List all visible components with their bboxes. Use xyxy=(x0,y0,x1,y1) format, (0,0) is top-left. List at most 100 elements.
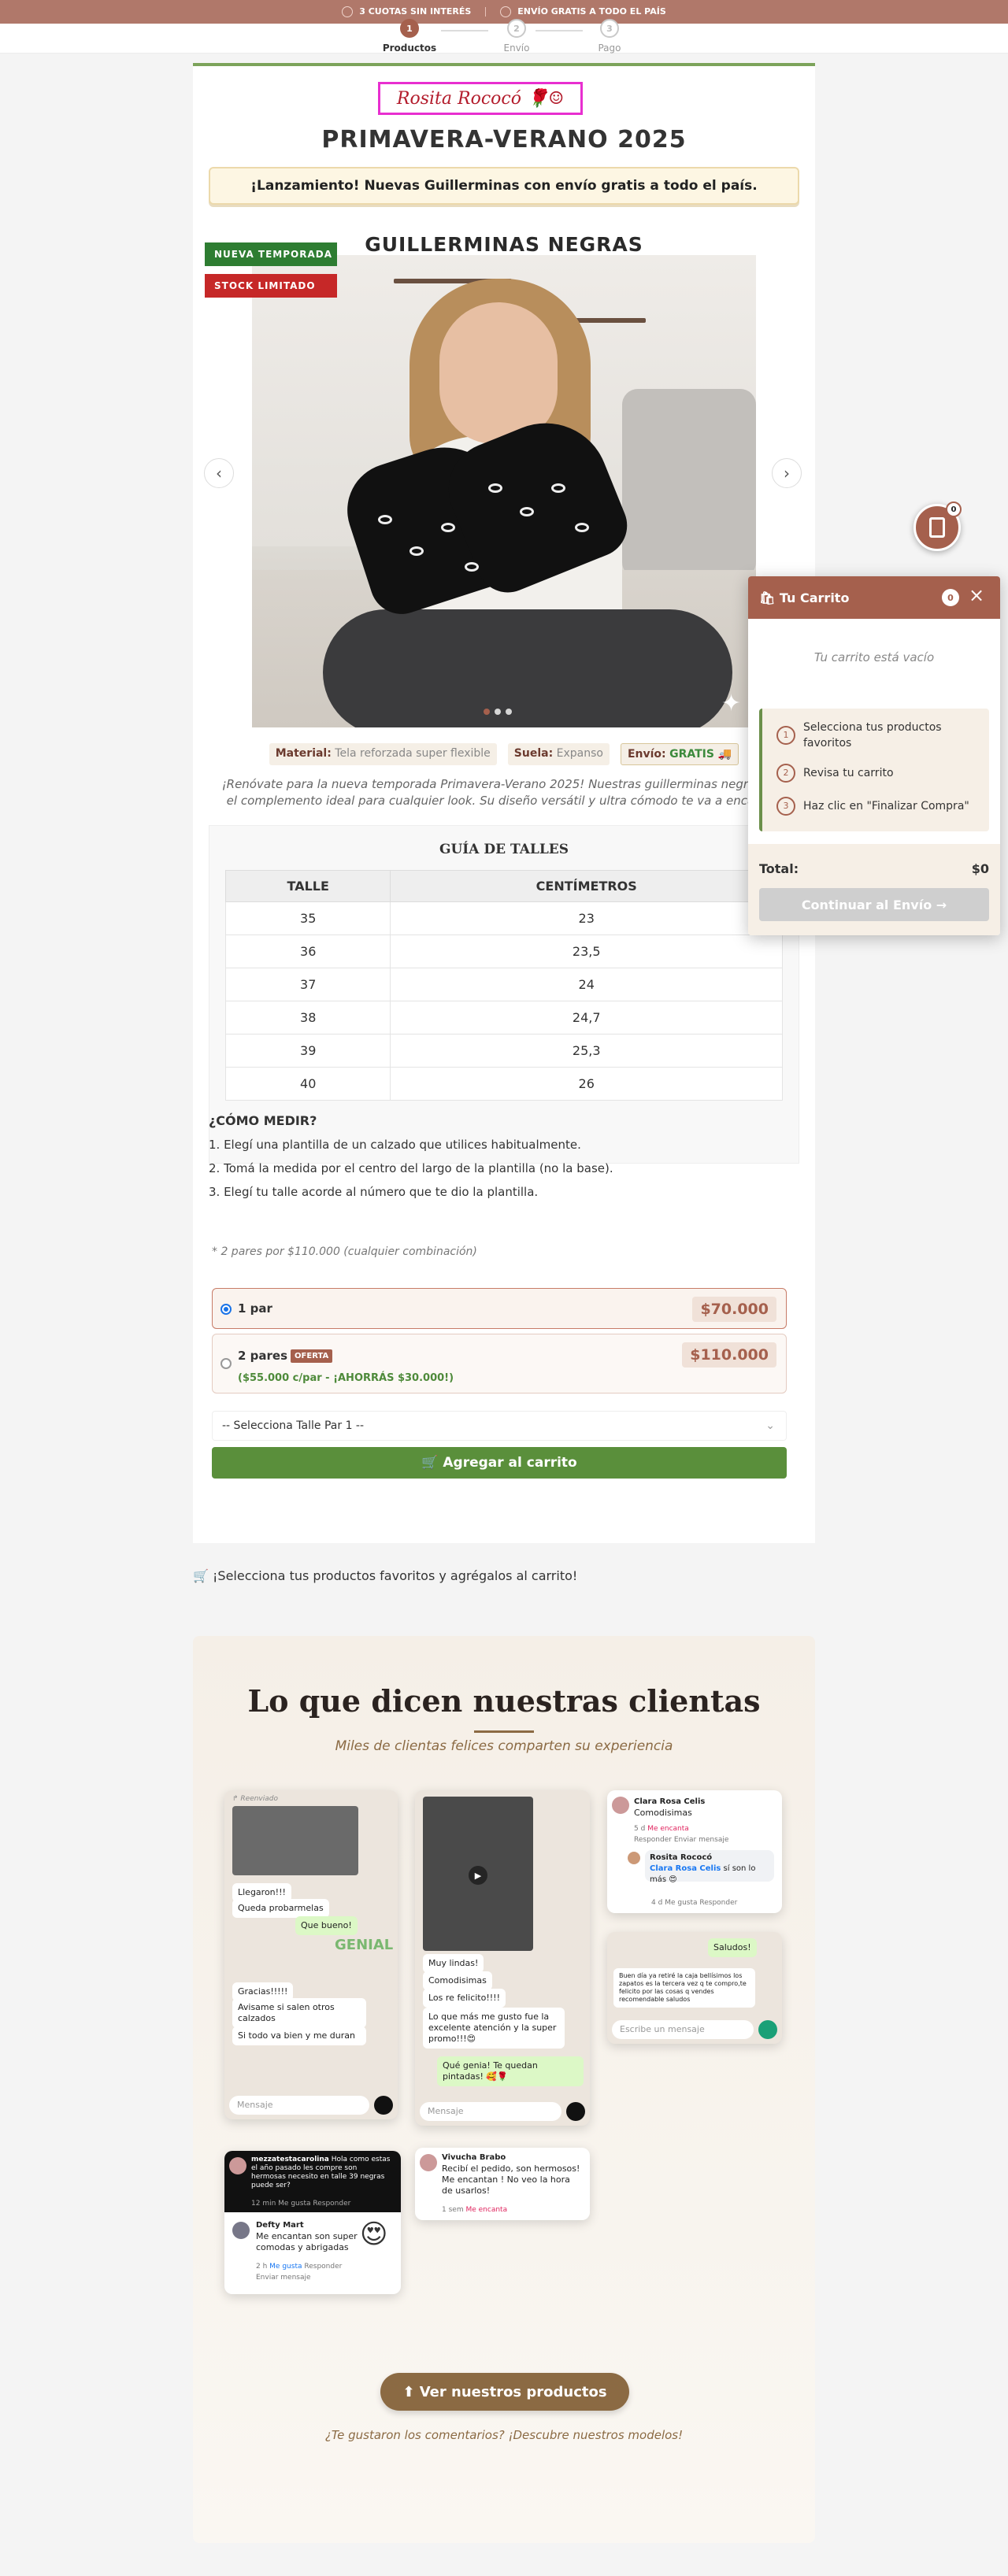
message-composer[interactable]: Escribe un mensaje xyxy=(612,2020,754,2039)
testimonial-chat-1: ↱ Reenviado Llegaron!!! Queda probarmela… xyxy=(224,1790,398,2119)
truck-icon xyxy=(500,6,512,17)
measure-step: 3. Elegí tu talle acorde al número que t… xyxy=(209,1185,539,1199)
reply-time: 4 d xyxy=(651,1899,663,1907)
sole-label: Suela: xyxy=(513,747,554,760)
product-photo[interactable]: ✦ xyxy=(252,255,756,727)
shopping-bag-icon xyxy=(929,517,945,538)
dark-comment-area: mezzatestacarolina Hola como estas el añ… xyxy=(224,2151,401,2212)
material-label: Material: xyxy=(275,747,332,760)
close-icon[interactable]: × xyxy=(969,584,984,606)
floating-cart-button[interactable]: 0 xyxy=(914,502,962,551)
instruction-text: Revisa tu carrito xyxy=(803,767,894,779)
shipping-text: ENVÍO GRATIS A TODO EL PAÍS xyxy=(517,6,666,17)
testimonial-chat-3: Saludos! Buen día ya retiré la caja bell… xyxy=(607,1932,782,2044)
message-text: Muy lindas! xyxy=(428,1958,479,1968)
table-row: 38 24,7 xyxy=(224,1001,783,1034)
sole-value: Expanso xyxy=(556,747,603,760)
replier-name: Rosita Rococó xyxy=(650,1853,713,1862)
option-two-pairs[interactable]: 2 pares OFERTA $110.000 ($55.000 c/par - … xyxy=(212,1334,787,1393)
size-select-value: -- Selecciona Talle Par 1 -- xyxy=(222,1419,365,1432)
carousel-prev-button[interactable]: ‹ xyxy=(204,458,234,488)
carousel-dot[interactable] xyxy=(495,709,501,715)
reply-link[interactable]: Responder xyxy=(304,2263,342,2271)
installments-notice: 3 CUOTAS SIN INTERÉS xyxy=(342,6,471,17)
like-link[interactable]: Me gusta xyxy=(665,1899,697,1907)
carousel-next-button[interactable]: › xyxy=(772,458,802,488)
step-shipping[interactable]: 2 Envío xyxy=(485,19,548,54)
cm-cell: 24 xyxy=(390,968,783,1001)
mic-icon[interactable] xyxy=(566,2102,585,2121)
continue-to-shipping-button[interactable]: Continuar al Envío → xyxy=(759,888,989,921)
step-products[interactable]: 1 Productos xyxy=(378,19,441,54)
avatar xyxy=(420,2154,437,2171)
message-text: Qué genia! Te quedan pintadas! 🥰🌹 xyxy=(443,2060,538,2082)
mention[interactable]: Clara Rosa Celis xyxy=(650,1864,721,1873)
play-icon[interactable]: ▶ xyxy=(469,1866,487,1885)
mic-icon[interactable] xyxy=(758,2020,777,2039)
shipping-value: GRATIS 🚚 xyxy=(669,748,732,761)
card-icon xyxy=(342,6,354,17)
cm-column-header: CENTÍMETROS xyxy=(390,870,783,902)
size-cell: 35 xyxy=(224,901,391,935)
message-text: Gracias!!!!! xyxy=(238,1986,288,1997)
brand-logo[interactable]: Rosita Rococó 🌹☺ xyxy=(378,82,583,115)
message-text: Los re felicito!!!! xyxy=(428,1993,500,2003)
instruction-text: Haz clic en "Finalizar Compra" xyxy=(803,800,969,812)
instruction-step: 2 Revisa tu carrito xyxy=(776,764,894,783)
add-to-cart-button[interactable]: 🛒 Agregar al carrito xyxy=(212,1447,787,1479)
mic-icon[interactable] xyxy=(374,2096,393,2115)
comment-time: 5 d xyxy=(634,1825,646,1833)
title-underline xyxy=(474,1730,534,1733)
chat-bubble: Que bueno! xyxy=(295,1916,358,1935)
option-price: $70.000 xyxy=(692,1297,776,1322)
chat-bubble: Comodisimas xyxy=(423,1971,492,1990)
reply-time: 2 h xyxy=(256,2263,268,2271)
product-description: ¡Renóvate para la nueva temporada Primav… xyxy=(221,777,787,808)
step-number: 3 xyxy=(600,19,619,38)
like-link[interactable]: Me gusta xyxy=(269,2263,302,2271)
step-payment[interactable]: 3 Pago xyxy=(578,19,641,54)
shipping-notice: ENVÍO GRATIS A TODO EL PAÍS xyxy=(500,6,666,17)
comment-text: Comodisimas xyxy=(634,1808,692,1818)
reply-link[interactable]: Responder xyxy=(699,1899,737,1907)
testimonials-subtitle: Miles de clientas felices comparten su e… xyxy=(335,1738,673,1754)
reply-link[interactable]: Responder xyxy=(634,1836,672,1844)
step-connector xyxy=(441,30,488,31)
reply-bubble: Rosita Rococó Clara Rosa Celis sí son lo… xyxy=(645,1850,774,1884)
step-label: Pago xyxy=(598,43,621,54)
message-composer[interactable]: Mensaje xyxy=(229,2096,369,2115)
like-link[interactable]: Me gusta xyxy=(278,2200,310,2208)
avatar xyxy=(612,1797,629,1814)
carousel-dot[interactable] xyxy=(506,709,512,715)
radio-two-pairs[interactable] xyxy=(220,1358,232,1369)
carousel-dot[interactable] xyxy=(484,709,490,715)
message-composer[interactable]: Mensaje xyxy=(420,2102,561,2121)
instruction-step: 1 Selecciona tus productos favoritos xyxy=(776,720,973,751)
table-row: 37 24 xyxy=(224,968,783,1001)
checkout-steps: 1 Productos 2 Envío 3 Pago xyxy=(0,19,1008,54)
chevron-left-icon: ‹ xyxy=(216,464,222,483)
table-row: 36 23,5 xyxy=(224,935,783,968)
send-message-link[interactable]: Enviar mensaje xyxy=(674,1836,729,1844)
leopard-spot xyxy=(520,507,534,516)
option-savings: ($55.000 c/par - ¡AHORRÁS $30.000!) xyxy=(238,1372,454,1384)
cm-cell: 23,5 xyxy=(390,935,783,968)
chat-bubble: Avisame si salen otros calzados xyxy=(232,1998,366,2028)
step-number: 3 xyxy=(776,797,795,816)
option-one-pair[interactable]: 1 par $70.000 xyxy=(212,1288,787,1329)
step-number: 1 xyxy=(776,726,795,745)
commenter-name: Clara Rosa Celis xyxy=(634,1797,706,1806)
see-products-button[interactable]: ⬆ Ver nuestros productos xyxy=(380,2373,629,2411)
reply-link[interactable]: Responder xyxy=(313,2200,350,2208)
love-link[interactable]: Me encanta xyxy=(465,2206,507,2214)
size-select[interactable]: -- Selecciona Talle Par 1 -- ⌄ xyxy=(212,1411,787,1441)
chevron-right-icon: › xyxy=(784,464,790,483)
installments-text: 3 CUOTAS SIN INTERÉS xyxy=(359,6,472,17)
sparkle-icon: ✦ xyxy=(721,690,742,717)
commenter-name: Vivucha Brabo xyxy=(442,2153,506,2162)
radio-one-pair[interactable] xyxy=(220,1304,232,1315)
send-message-link[interactable]: Enviar mensaje xyxy=(256,2272,311,2283)
total-label: Total: xyxy=(759,861,799,876)
size-cell: 36 xyxy=(224,935,391,968)
love-link[interactable]: Me encanta xyxy=(647,1825,689,1833)
